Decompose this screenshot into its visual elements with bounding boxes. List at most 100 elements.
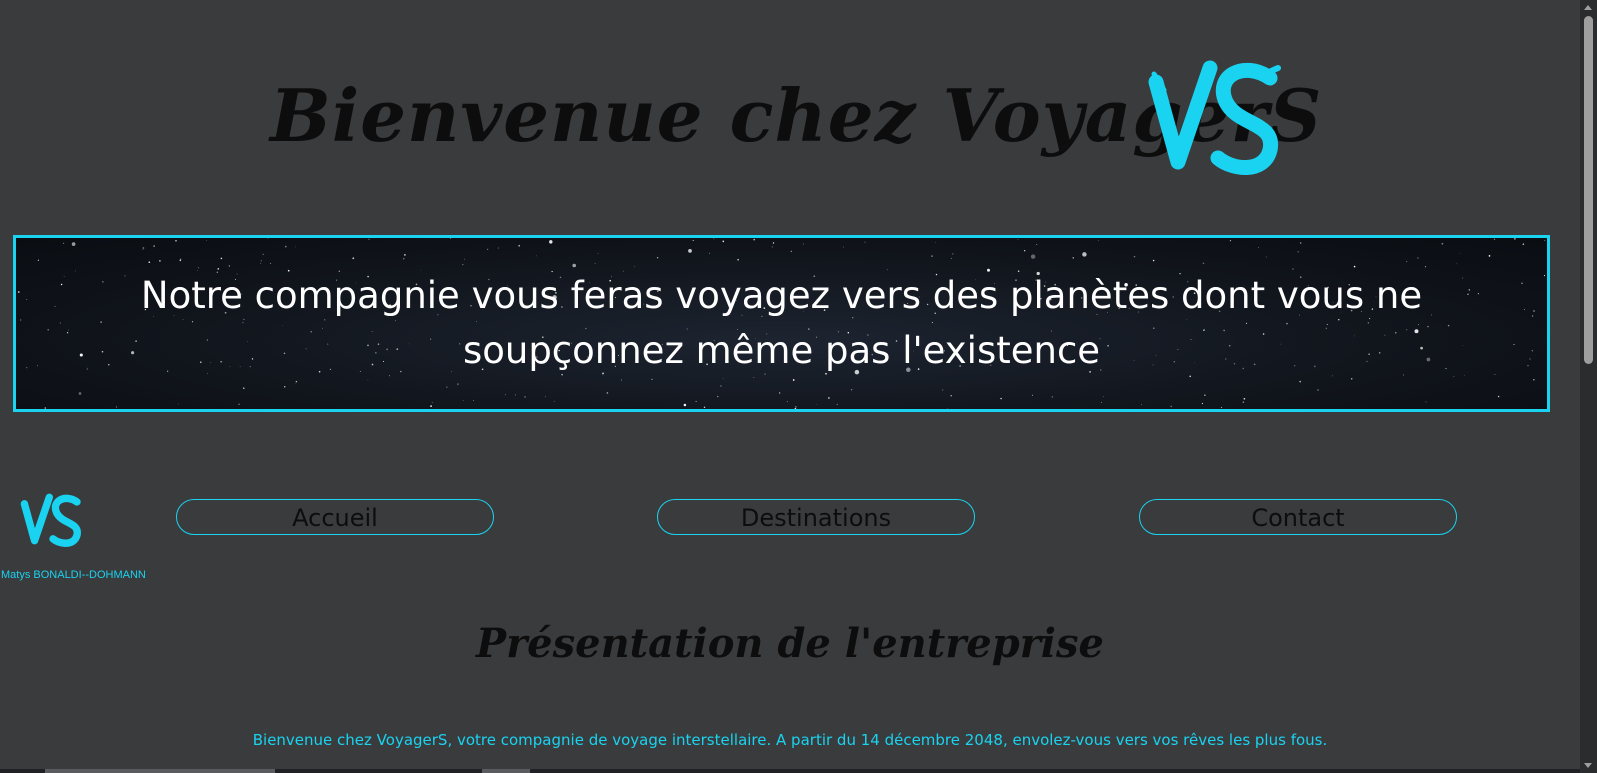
- star: [594, 262, 596, 264]
- star: [1531, 315, 1534, 317]
- star: [206, 240, 207, 241]
- star: [836, 403, 838, 405]
- star: [1522, 243, 1525, 245]
- star: [816, 403, 818, 405]
- star: [367, 379, 369, 381]
- star: [175, 239, 177, 242]
- star: [1141, 403, 1142, 405]
- star: [295, 383, 297, 385]
- star: [142, 249, 144, 251]
- star: [1265, 256, 1267, 258]
- star: [497, 247, 499, 249]
- star: [722, 240, 725, 243]
- star: [1521, 282, 1523, 285]
- star: [1204, 394, 1206, 396]
- star: [487, 248, 489, 250]
- star: [597, 253, 599, 254]
- star: [634, 265, 636, 267]
- star: [68, 329, 69, 331]
- star: [1544, 239, 1546, 241]
- star: [524, 396, 526, 398]
- star: [717, 395, 719, 398]
- star: [116, 406, 117, 408]
- star: [59, 322, 61, 324]
- star: [1300, 242, 1302, 244]
- star: [60, 283, 63, 286]
- horizontal-scrollbar[interactable]: [0, 769, 1580, 773]
- star: [1297, 251, 1299, 253]
- vertical-scrollbar[interactable]: [1580, 0, 1597, 773]
- intro-paragraph: Bienvenue chez VoyagerS, votre compagnie…: [252, 731, 1328, 749]
- star: [243, 387, 245, 389]
- star: [66, 332, 69, 334]
- star: [47, 328, 50, 331]
- star: [790, 250, 792, 253]
- star: [220, 257, 223, 260]
- hero-banner: Notre compagnie vous feras voyagez vers …: [13, 235, 1550, 412]
- star: [462, 264, 464, 266]
- star: [709, 252, 711, 254]
- star: [295, 246, 297, 248]
- star: [803, 243, 805, 245]
- star: [1533, 310, 1535, 312]
- star: [159, 260, 161, 262]
- section-title: Présentation de l'entreprise: [476, 620, 1104, 667]
- star: [950, 257, 952, 259]
- star: [656, 257, 659, 259]
- star: [259, 263, 261, 265]
- star: [148, 261, 151, 264]
- star: [238, 403, 240, 406]
- nav-destinations-button[interactable]: Destinations: [657, 499, 975, 535]
- star: [18, 291, 20, 293]
- star: [403, 258, 405, 260]
- star: [514, 394, 517, 396]
- star: [37, 365, 38, 367]
- star: [1493, 238, 1496, 240]
- star: [795, 406, 797, 408]
- star: [931, 255, 933, 257]
- star: [26, 367, 28, 369]
- star: [262, 253, 264, 255]
- star: [44, 407, 47, 409]
- star: [1017, 238, 1019, 240]
- star: [1317, 389, 1319, 391]
- nav-contact-button[interactable]: Contact: [1139, 499, 1457, 535]
- scroll-thumb[interactable]: [1584, 16, 1593, 364]
- vs-logo-small[interactable]: [20, 489, 86, 549]
- author-name: Matys BONALDI--DOHMANN: [1, 569, 146, 581]
- star: [228, 265, 230, 267]
- star: [464, 258, 465, 260]
- nav-accueil-button[interactable]: Accueil: [176, 499, 494, 535]
- star: [792, 379, 795, 381]
- star: [1170, 405, 1172, 408]
- star: [753, 238, 755, 241]
- star: [713, 238, 715, 240]
- star: [1098, 239, 1100, 241]
- star: [1152, 259, 1155, 262]
- star: [368, 238, 370, 240]
- star: [703, 406, 706, 409]
- star: [1258, 247, 1260, 249]
- star: [505, 394, 506, 396]
- star: [1082, 252, 1087, 257]
- star: [947, 408, 948, 409]
- star: [1533, 379, 1535, 381]
- star: [851, 389, 853, 391]
- scroll-up-arrow-icon[interactable]: [1584, 5, 1592, 10]
- star: [620, 379, 622, 381]
- star: [1406, 261, 1408, 263]
- scroll-down-arrow-icon[interactable]: [1584, 763, 1592, 768]
- star: [1242, 401, 1245, 403]
- star: [1299, 380, 1302, 383]
- star: [260, 260, 262, 262]
- star: [26, 298, 28, 301]
- star: [549, 240, 553, 244]
- horizontal-scroll-segment: [45, 769, 275, 773]
- star: [457, 383, 459, 385]
- star: [688, 249, 692, 253]
- star: [153, 245, 155, 247]
- star: [284, 245, 287, 248]
- star: [1030, 254, 1036, 259]
- horizontal-scroll-segment: [482, 769, 530, 773]
- star: [737, 258, 739, 261]
